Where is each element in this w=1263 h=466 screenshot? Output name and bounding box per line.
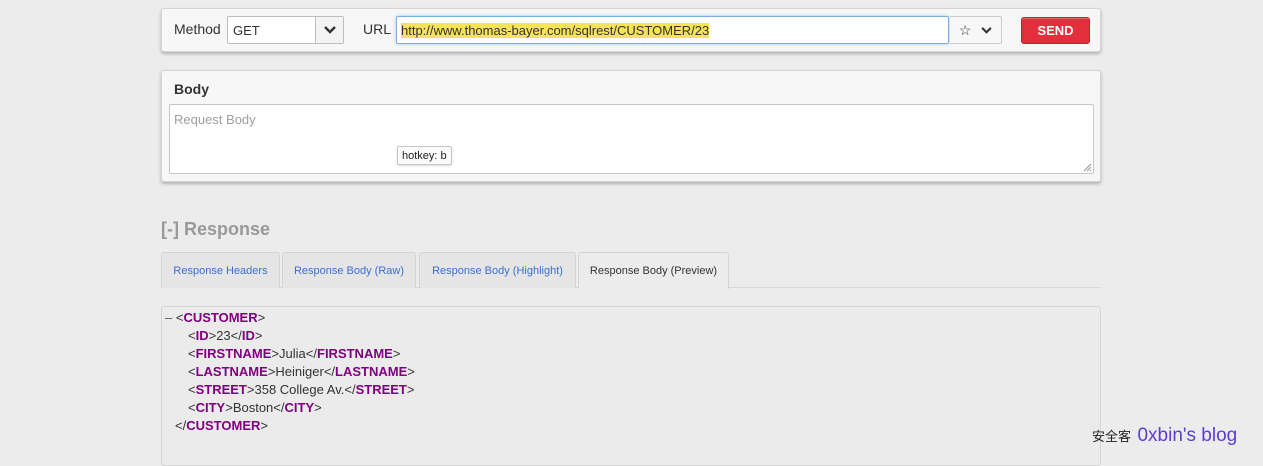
xml-root-close: </CUSTOMER> [175, 418, 268, 433]
xml-tag: FIRSTNAME [317, 346, 393, 361]
watermark-cn-text: 安全客 [1092, 429, 1132, 444]
method-select[interactable]: GET [227, 16, 344, 44]
xml-value: 358 College Av. [254, 382, 345, 397]
xml-element: <STREET>358 College Av.</STREET> [188, 382, 415, 397]
tab-response-headers[interactable]: Response Headers [161, 252, 280, 288]
xml-value: Julia [279, 346, 306, 361]
watermark: 安全客 0xbin's blog [1092, 425, 1237, 447]
body-panel: Body Request Body [161, 70, 1101, 182]
xml-tag: CITY [195, 400, 226, 415]
request-bar: Method GET URL http://www.thomas-bayer.c… [161, 8, 1101, 52]
xml-tag: CUSTOMER [186, 418, 261, 433]
url-actions: ☆ [950, 16, 1002, 44]
xml-tag: LASTNAME [335, 364, 408, 379]
method-label: Method [174, 21, 221, 37]
chevron-down-icon[interactable] [981, 21, 992, 39]
watermark-blog-text: 0xbin's blog [1137, 425, 1238, 446]
hotkey-tooltip: hotkey: b [397, 146, 452, 165]
xml-element: <LASTNAME>Heiniger</LASTNAME> [188, 364, 415, 379]
response-heading[interactable]: [-] Response [161, 219, 270, 240]
xml-tag: ID [195, 328, 209, 343]
xml-root-open: – <CUSTOMER> [165, 310, 266, 325]
url-label: URL [363, 21, 392, 37]
xml-tag: CITY [284, 400, 315, 415]
xml-value: Heiniger [275, 364, 324, 379]
request-body-textarea[interactable]: Request Body [169, 104, 1094, 174]
xml-value: 23 [216, 328, 231, 343]
method-value: GET [233, 23, 260, 38]
xml-tag: STREET [355, 382, 407, 397]
resize-grip-icon[interactable] [1082, 162, 1092, 172]
url-input[interactable]: http://www.thomas-bayer.com/sqlrest/CUST… [396, 16, 949, 44]
xml-tag: LASTNAME [195, 364, 268, 379]
response-tabs: Response Headers Response Body (Raw) Res… [161, 252, 1101, 289]
xml-tag: ID [241, 328, 255, 343]
chevron-down-icon[interactable] [315, 17, 343, 43]
xml-tag: FIRSTNAME [195, 346, 272, 361]
xml-element: <FIRSTNAME>Julia</FIRSTNAME> [188, 346, 401, 361]
star-icon[interactable]: ☆ [959, 23, 972, 37]
body-title: Body [174, 81, 209, 97]
xml-element: <CITY>Boston</CITY> [188, 400, 322, 415]
send-button[interactable]: SEND [1021, 17, 1090, 44]
response-preview-pane: – <CUSTOMER> <ID>23</ID> <FIRSTNAME>Juli… [161, 306, 1101, 466]
collapse-toggle[interactable]: – [165, 310, 172, 325]
xml-element: <ID>23</ID> [188, 328, 263, 343]
xml-tag: CUSTOMER [183, 310, 258, 325]
xml-value: Boston [232, 400, 274, 415]
request-body-placeholder: Request Body [174, 112, 256, 127]
tab-response-body-preview[interactable]: Response Body (Preview) [578, 252, 729, 289]
url-value: http://www.thomas-bayer.com/sqlrest/CUST… [401, 23, 710, 38]
tab-response-body-raw[interactable]: Response Body (Raw) [282, 252, 416, 288]
tab-response-body-highlight[interactable]: Response Body (Highlight) [419, 252, 576, 288]
xml-tag: STREET [195, 382, 247, 397]
